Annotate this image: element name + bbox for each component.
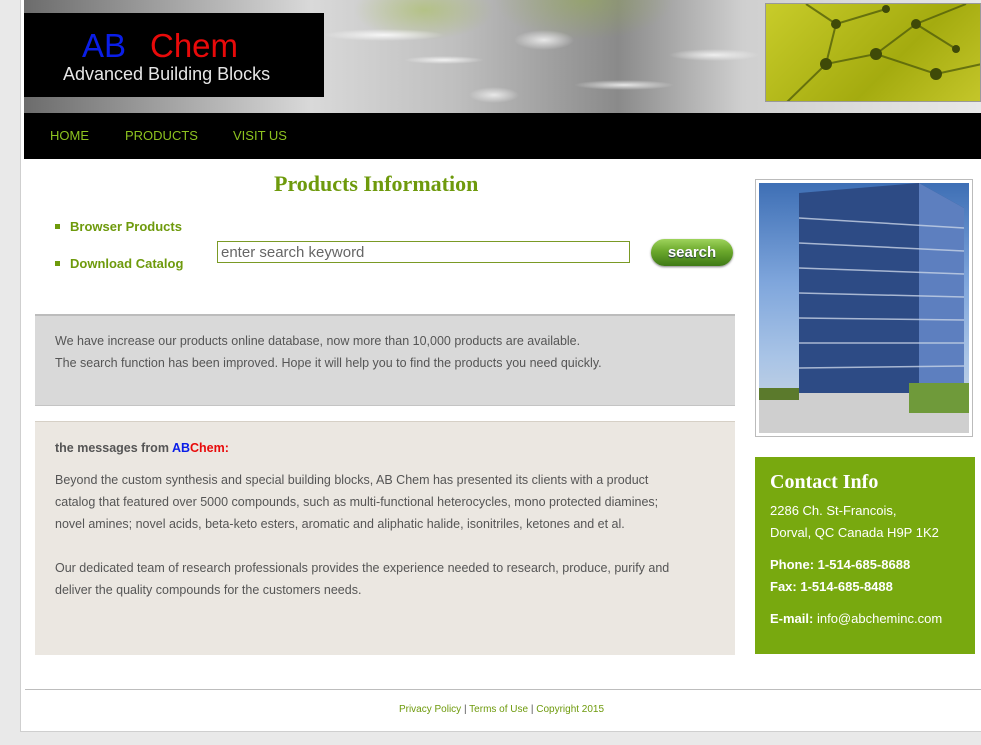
molecule-image xyxy=(765,3,981,102)
header-banner: AB Chem Advanced Building Blocks xyxy=(24,0,981,113)
contact-address-2: Dorval, QC Canada H9P 1K2 xyxy=(770,525,939,540)
logo-ab: AB xyxy=(82,27,127,64)
messages-heading: the messages from ABChem: xyxy=(55,441,229,455)
footer-divider xyxy=(25,689,981,690)
contact-title: Contact Info xyxy=(770,471,879,493)
paragraph-line: Beyond the custom synthesis and special … xyxy=(55,473,649,487)
nav-visit-us[interactable]: VISIT US xyxy=(233,128,287,143)
messages-heading-text: the messages from xyxy=(55,441,172,455)
contact-info-box: Contact Info 2286 Ch. St-Francois, Dorva… xyxy=(755,457,975,654)
messages-heading-ab: AB xyxy=(171,441,191,455)
footer-separator: | xyxy=(461,704,470,715)
email-link[interactable]: info@abcheminc.com xyxy=(817,611,942,626)
browser-products-link[interactable]: Browser Products xyxy=(55,219,182,234)
footer-separator: | xyxy=(528,704,537,715)
footer: Privacy Policy | Terms of Use | Copyrigh… xyxy=(21,704,981,715)
search-input[interactable] xyxy=(217,241,630,263)
paragraph-line: deliver the quality compounds for the cu… xyxy=(55,583,362,597)
messages-paragraph-2: Our dedicated team of research professio… xyxy=(55,557,705,601)
email-label: E-mail: xyxy=(770,611,814,626)
page-title: Products Information xyxy=(274,171,479,196)
download-catalog-label: Download Catalog xyxy=(70,256,184,271)
bullet-icon xyxy=(55,224,60,230)
top-nav: HOME PRODUCTS VISIT US xyxy=(24,113,981,159)
contact-fax: Fax: 1-514-685-8488 xyxy=(770,579,893,594)
notice-box: We have increase our products online dat… xyxy=(35,314,735,406)
paragraph-line: Our dedicated team of research professio… xyxy=(55,561,670,575)
privacy-policy-link[interactable]: Privacy Policy xyxy=(399,704,461,715)
contact-phone: Phone: 1-514-685-8688 xyxy=(770,557,911,572)
notice-line-2: The search function has been improved. H… xyxy=(55,356,602,370)
browser-products-label: Browser Products xyxy=(70,219,182,234)
contact-email: E-mail: info@abcheminc.com xyxy=(770,611,942,626)
bullet-icon xyxy=(55,261,60,267)
copyright-text: Copyright 2015 xyxy=(536,704,605,715)
search-button[interactable]: search xyxy=(651,239,733,266)
nav-home[interactable]: HOME xyxy=(50,128,89,143)
terms-of-use-link[interactable]: Terms of Use xyxy=(469,704,528,715)
logo[interactable]: AB Chem Advanced Building Blocks xyxy=(24,13,324,97)
paragraph-line: catalog that featured over 5000 compound… xyxy=(55,495,659,509)
nav-products[interactable]: PRODUCTS xyxy=(125,128,198,143)
page: AB Chem Advanced Building Blocks HOME PR… xyxy=(20,0,981,732)
contact-address-1: 2286 Ch. St-Francois, xyxy=(770,503,897,518)
logo-chem: Chem xyxy=(150,27,239,64)
notice-line-1: We have increase our products online dat… xyxy=(55,334,581,348)
messages-heading-chem: Chem: xyxy=(190,441,229,455)
download-catalog-link[interactable]: Download Catalog xyxy=(55,256,183,271)
messages-paragraph-1: Beyond the custom synthesis and special … xyxy=(55,469,705,535)
messages-box: the messages from ABChem: Beyond the cus… xyxy=(35,421,735,655)
building-image xyxy=(759,183,969,433)
paragraph-line: novel amines; novel acids, beta-keto est… xyxy=(55,517,625,531)
building-photo xyxy=(755,179,973,437)
logo-tagline: Advanced Building Blocks xyxy=(63,64,271,84)
